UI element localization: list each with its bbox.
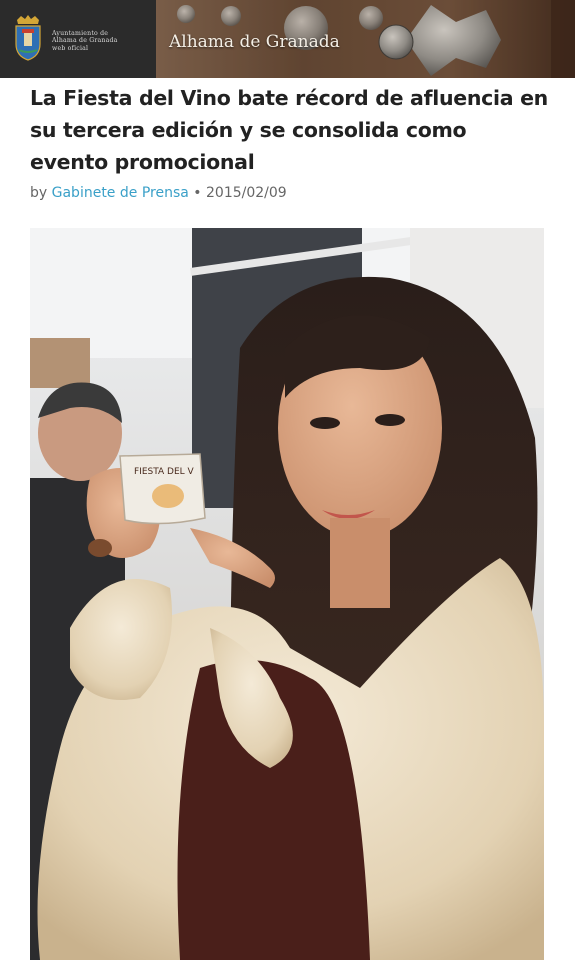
byline-prefix: by [30,185,48,201]
cup-label: FIESTA DEL V [134,467,195,477]
article-byline: by Gabinete de Prensa • 2015/02/09 [30,185,287,201]
logo-line-1: Ayuntamiento de [52,30,109,37]
site-header-banner: Ayuntamiento de Alhama de Granada web of… [0,0,575,78]
logo-line-2: Alhama de Granada [52,37,118,45]
article-photo[interactable]: FIESTA DEL V [30,228,544,960]
coat-of-arms-icon [15,15,41,61]
article-title[interactable]: La Fiesta del Vino bate récord de afluen… [30,82,550,178]
article-date: 2015/02/09 [206,185,287,201]
site-logo[interactable]: Ayuntamiento de Alhama de Granada web of… [0,0,156,78]
logo-line-3: web oficial [52,44,89,52]
author-link[interactable]: Gabinete de Prensa [52,185,189,201]
byline-separator: • [193,185,202,201]
article-photo-illustration: FIESTA DEL V [30,228,544,960]
logo-text: Ayuntamiento de Alhama de Granada web of… [52,30,152,52]
site-name[interactable]: Alhama de Granada [169,32,340,52]
